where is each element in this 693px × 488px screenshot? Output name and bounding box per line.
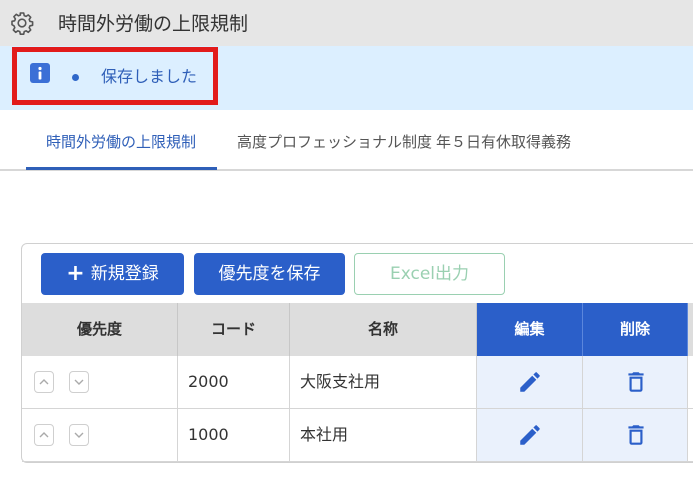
- table-row: 2000 大阪支社用: [22, 356, 693, 409]
- excel-export-button[interactable]: Excel出力: [354, 253, 505, 295]
- column-header-code: コード: [178, 303, 290, 356]
- trash-icon[interactable]: [623, 422, 649, 448]
- trash-icon[interactable]: [623, 369, 649, 395]
- code-cell: 1000: [178, 409, 290, 461]
- column-header-edit: 編集: [477, 303, 583, 356]
- column-header-delete: 削除: [583, 303, 688, 356]
- tab-bar: 時間外労働の上限規制 高度プロフェッショナル制度 年５日有休取得義務: [0, 110, 693, 171]
- notice-bullet: [72, 74, 79, 81]
- move-down-button[interactable]: [69, 424, 89, 446]
- tab-overtime-limit[interactable]: 時間外労働の上限規制: [46, 132, 196, 152]
- delete-cell: [583, 409, 688, 461]
- page-header: 時間外労働の上限規制: [0, 0, 693, 46]
- table-row: 1000 本社用: [22, 409, 693, 462]
- delete-cell: [583, 356, 688, 408]
- new-registration-label: 新規登録: [90, 264, 159, 284]
- pencil-icon[interactable]: [517, 369, 543, 395]
- move-up-button[interactable]: [34, 424, 54, 446]
- move-up-button[interactable]: [34, 371, 54, 393]
- plus-icon: +: [66, 261, 85, 286]
- chevron-down-icon: [74, 379, 84, 385]
- notice-message: 保存しました: [101, 67, 198, 86]
- excel-export-label: Excel出力: [389, 264, 470, 284]
- chevron-up-icon: [39, 432, 49, 438]
- edit-cell: [477, 409, 583, 461]
- column-header-name: 名称: [290, 303, 477, 356]
- chevron-down-icon: [74, 432, 84, 438]
- save-priority-label: 優先度を保存: [218, 264, 321, 284]
- column-header-priority: 優先度: [22, 303, 178, 356]
- new-registration-button[interactable]: + 新規登録: [41, 253, 184, 295]
- gear-icon[interactable]: [10, 11, 34, 35]
- column-header-overflow: [688, 303, 693, 356]
- chevron-up-icon: [39, 379, 49, 385]
- priority-cell: [22, 356, 178, 408]
- pencil-icon[interactable]: [517, 422, 543, 448]
- move-down-button[interactable]: [69, 371, 89, 393]
- code-cell: 2000: [178, 356, 290, 408]
- tab-professional-system[interactable]: 高度プロフェッショナル制度: [237, 132, 432, 152]
- edit-cell: [477, 356, 583, 408]
- info-icon: [30, 63, 50, 83]
- page-title: 時間外労働の上限規制: [58, 13, 249, 35]
- active-tab-indicator: [26, 167, 217, 170]
- save-priority-button[interactable]: 優先度を保存: [194, 253, 345, 295]
- name-cell: 本社用: [290, 409, 477, 461]
- priority-cell: [22, 409, 178, 461]
- tab-paid-leave-obligation[interactable]: 年５日有休取得義務: [436, 132, 571, 152]
- name-cell: 大阪支社用: [290, 356, 477, 408]
